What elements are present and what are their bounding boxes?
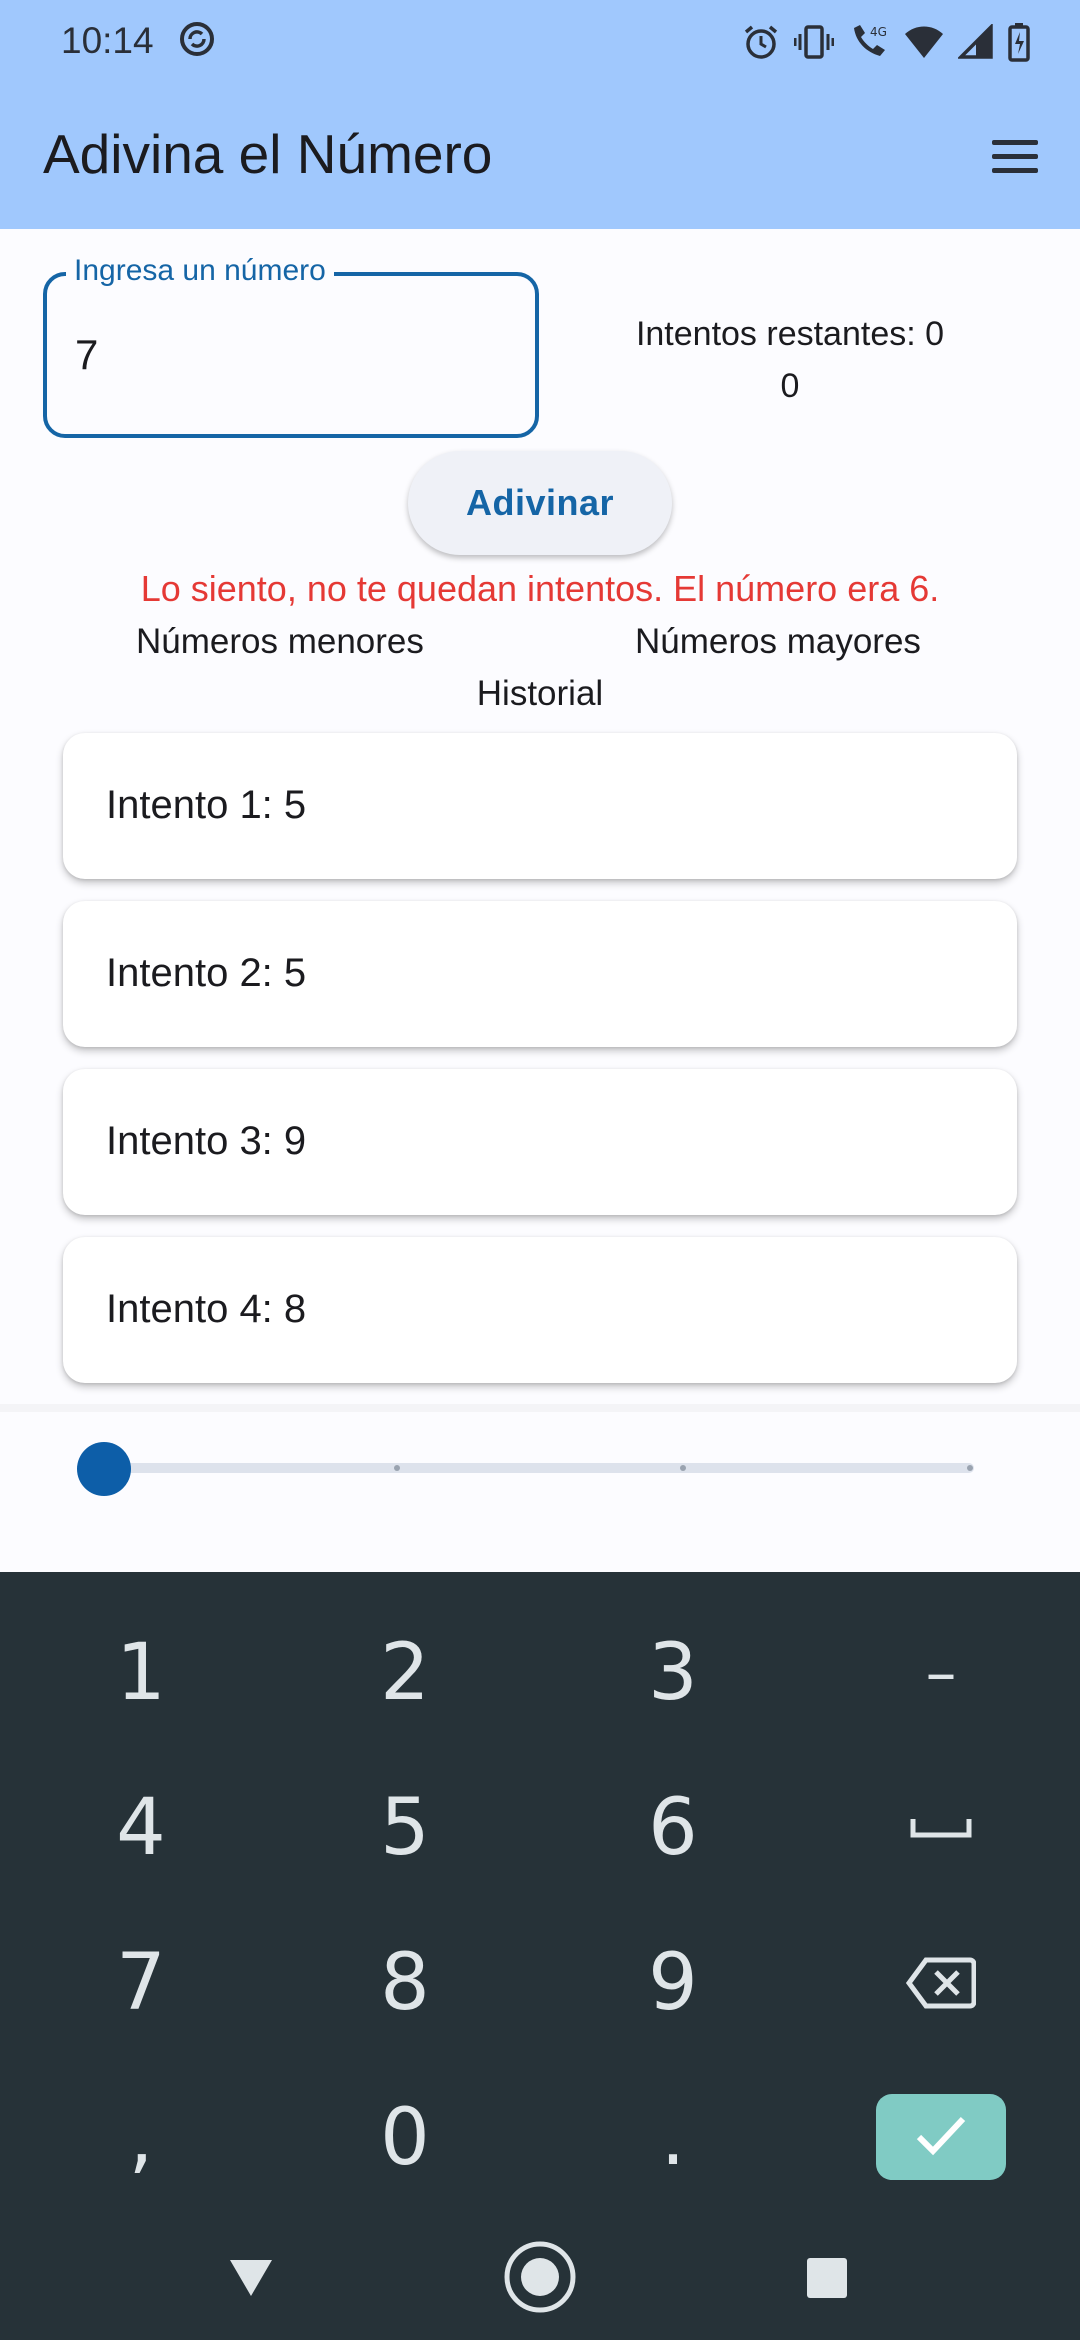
status-bar: 10:14 4G (0, 0, 1080, 84)
battery-charging-icon (1008, 23, 1030, 62)
slider-thumb[interactable] (77, 1442, 131, 1496)
space-key[interactable] (831, 1763, 1051, 1893)
wifi-calling-icon: 4G (854, 25, 887, 56)
recents-icon[interactable] (806, 2257, 848, 2299)
history-item-text: Intento 4: 8 (106, 1287, 307, 1331)
backspace-icon (906, 1957, 976, 2009)
check-icon (916, 2116, 966, 2156)
history-item-text: Intento 3: 9 (106, 1119, 307, 1163)
slider-track[interactable] (104, 1463, 974, 1473)
wifi-icon (905, 26, 943, 58)
back-icon[interactable] (228, 2258, 274, 2298)
higher-numbers-label: Números mayores (635, 622, 921, 661)
hamburger-menu-icon[interactable] (984, 130, 1046, 180)
remaining-attempts-text: Intentos restantes: 0 (635, 315, 945, 353)
result-message: Lo siento, no te quedan intentos. El núm… (140, 568, 940, 609)
history-card: Intento 1: 5 (63, 733, 1017, 879)
call-badge-text: 4G (870, 25, 887, 39)
slider-tick (680, 1465, 686, 1471)
key-2[interactable]: 2 (295, 1608, 515, 1738)
history-card: Intento 4: 8 (63, 1237, 1017, 1383)
status-time: 10:14 (61, 20, 154, 61)
key-period[interactable]: . (563, 2073, 783, 2203)
space-icon (910, 1819, 972, 1838)
guess-button[interactable]: Adivinar (408, 451, 672, 555)
status-icons: 4G (742, 20, 1030, 64)
key-8[interactable]: 8 (295, 1918, 515, 2048)
key-4[interactable]: 4 (31, 1763, 251, 1893)
app-header: 10:14 4G Adivina el Número (0, 0, 1080, 229)
key-3[interactable]: 3 (563, 1608, 783, 1738)
app-title: Adivina el Número (43, 123, 493, 185)
lower-numbers-label: Números menores (136, 622, 424, 661)
enter-key[interactable] (876, 2094, 1006, 2180)
list-divider (0, 1404, 1080, 1412)
vibrate-icon (794, 25, 834, 59)
key-comma[interactable]: , (31, 2073, 251, 2203)
number-input-field[interactable] (43, 272, 539, 438)
history-card: Intento 2: 5 (63, 901, 1017, 1047)
key-0[interactable]: 0 (295, 2073, 515, 2203)
key-6[interactable]: 6 (563, 1763, 783, 1893)
history-heading: Historial (476, 674, 604, 713)
history-item-text: Intento 2: 5 (106, 951, 307, 995)
remaining-attempts: Intentos restantes: 0 0 (560, 308, 1020, 412)
number-input-label: Ingresa un número (66, 254, 334, 288)
sync-icon (180, 22, 214, 56)
remaining-attempts-count: 0 (780, 367, 800, 405)
key-9[interactable]: 9 (563, 1918, 783, 2048)
number-input-value[interactable]: 7 (75, 331, 98, 379)
signal-icon (958, 24, 993, 59)
key-1[interactable]: 1 (31, 1608, 251, 1738)
alarm-icon (744, 25, 778, 59)
history-item-text: Intento 1: 5 (106, 783, 307, 827)
key-5[interactable]: 5 (295, 1763, 515, 1893)
navigation-bar (0, 2220, 1080, 2340)
backspace-key[interactable] (831, 1918, 1051, 2048)
key-minus[interactable]: – (831, 1608, 1051, 1738)
home-icon[interactable] (503, 2240, 577, 2314)
history-card: Intento 3: 9 (63, 1069, 1017, 1215)
slider-tick (967, 1465, 973, 1471)
slider-tick (394, 1465, 400, 1471)
key-7[interactable]: 7 (31, 1918, 251, 2048)
